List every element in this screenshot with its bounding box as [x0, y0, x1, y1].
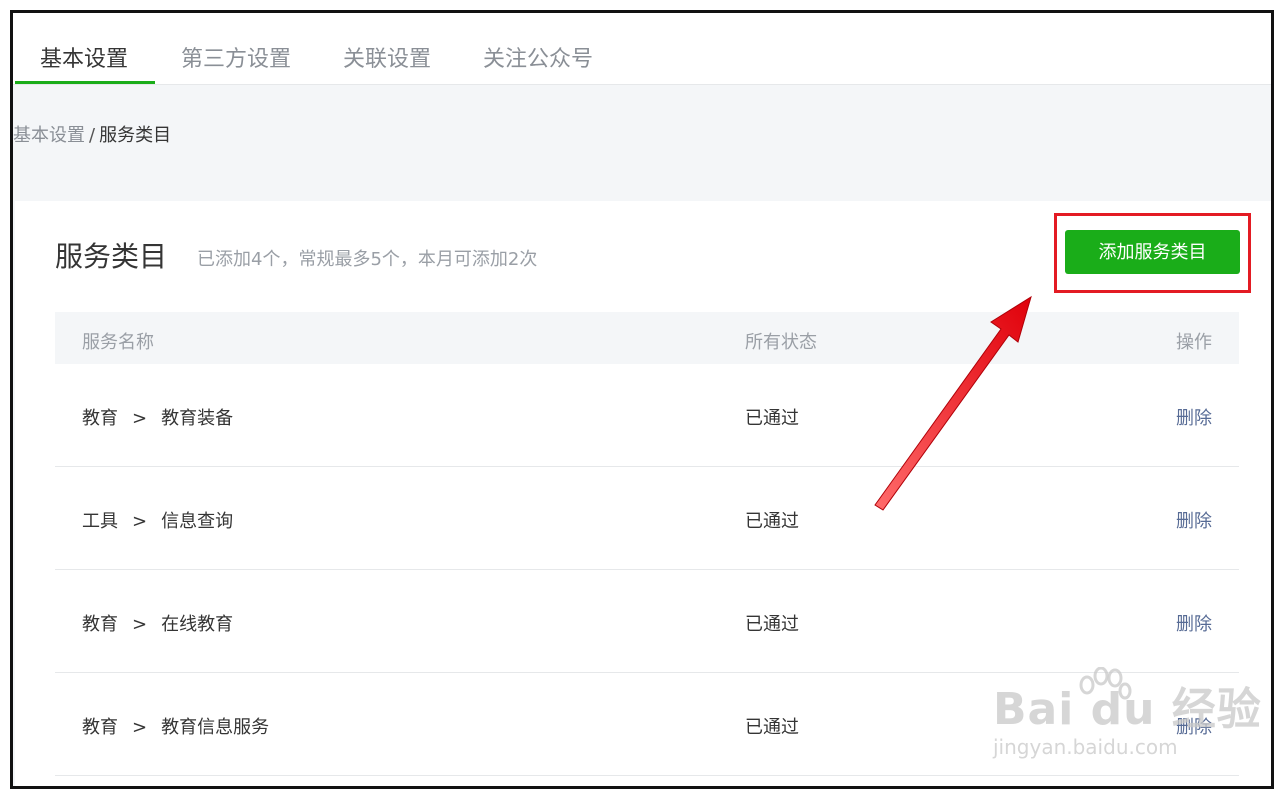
category-label: 教育	[82, 614, 118, 635]
tab-basic-settings[interactable]: 基本设置	[40, 41, 128, 73]
category-label: 教育	[82, 717, 118, 738]
chevron-right-icon: >	[132, 408, 148, 429]
status-label: 已通过	[745, 408, 799, 429]
tab-third-party-settings[interactable]: 第三方设置	[181, 41, 291, 73]
status-label: 已通过	[745, 717, 799, 738]
header-service-name: 服务名称	[82, 332, 154, 353]
quota-description: 已添加4个，常规最多5个，本月可添加2次	[197, 249, 538, 270]
status-label: 已通过	[745, 511, 799, 532]
delete-link[interactable]: 删除	[1176, 713, 1212, 739]
chevron-right-icon: >	[132, 614, 148, 635]
breadcrumb: 基本设置 / 服务类目	[13, 121, 171, 147]
table-row: 工具 > 信息查询 已通过 删除	[55, 467, 1239, 570]
service-category-card: 服务类目 已添加4个，常规最多5个，本月可添加2次 添加服务类目 服务名称 所有…	[15, 201, 1271, 786]
service-name: 教育 > 教育信息服务	[82, 713, 269, 739]
delete-link[interactable]: 删除	[1176, 610, 1212, 636]
table-row: 教育 > 教育信息服务 已通过 删除	[55, 673, 1239, 776]
subcategory-label: 教育装备	[161, 408, 234, 429]
app-frame: 基本设置 第三方设置 关联设置 关注公众号 基本设置 / 服务类目 服务类目 已添加…	[10, 10, 1274, 789]
breadcrumb-current: 服务类目	[99, 125, 172, 146]
chevron-right-icon: >	[132, 511, 148, 532]
category-label: 工具	[82, 511, 118, 532]
header-operations: 操作	[1176, 332, 1212, 353]
header-status-filter[interactable]: 所有状态	[745, 328, 817, 354]
breadcrumb-parent[interactable]: 基本设置	[13, 125, 85, 146]
breadcrumb-separator: /	[89, 125, 96, 146]
table-row: 教育 > 在线教育 已通过 删除	[55, 570, 1239, 673]
page-title: 服务类目	[55, 240, 168, 273]
chevron-right-icon: >	[132, 717, 148, 738]
delete-link[interactable]: 删除	[1176, 404, 1212, 430]
tab-linked-settings[interactable]: 关联设置	[343, 41, 431, 73]
tab-follow-official-account[interactable]: 关注公众号	[483, 41, 593, 73]
subcategory-label: 信息查询	[161, 511, 234, 532]
table-row: 教育 > 教育装备 已通过 删除	[55, 364, 1239, 467]
subcategory-label: 教育信息服务	[161, 717, 270, 738]
add-service-category-button[interactable]: 添加服务类目	[1065, 230, 1240, 274]
category-label: 教育	[82, 408, 118, 429]
status-label: 已通过	[745, 614, 799, 635]
tab-bar: 基本设置 第三方设置 关联设置 关注公众号	[13, 13, 1271, 85]
service-name: 教育 > 在线教育	[82, 610, 233, 636]
service-name: 教育 > 教育装备	[82, 404, 233, 430]
delete-link[interactable]: 删除	[1176, 507, 1212, 533]
service-name: 工具 > 信息查询	[82, 507, 233, 533]
active-tab-indicator	[15, 81, 155, 84]
subcategory-label: 在线教育	[161, 614, 234, 635]
table-header: 服务名称 所有状态 操作	[55, 312, 1239, 364]
